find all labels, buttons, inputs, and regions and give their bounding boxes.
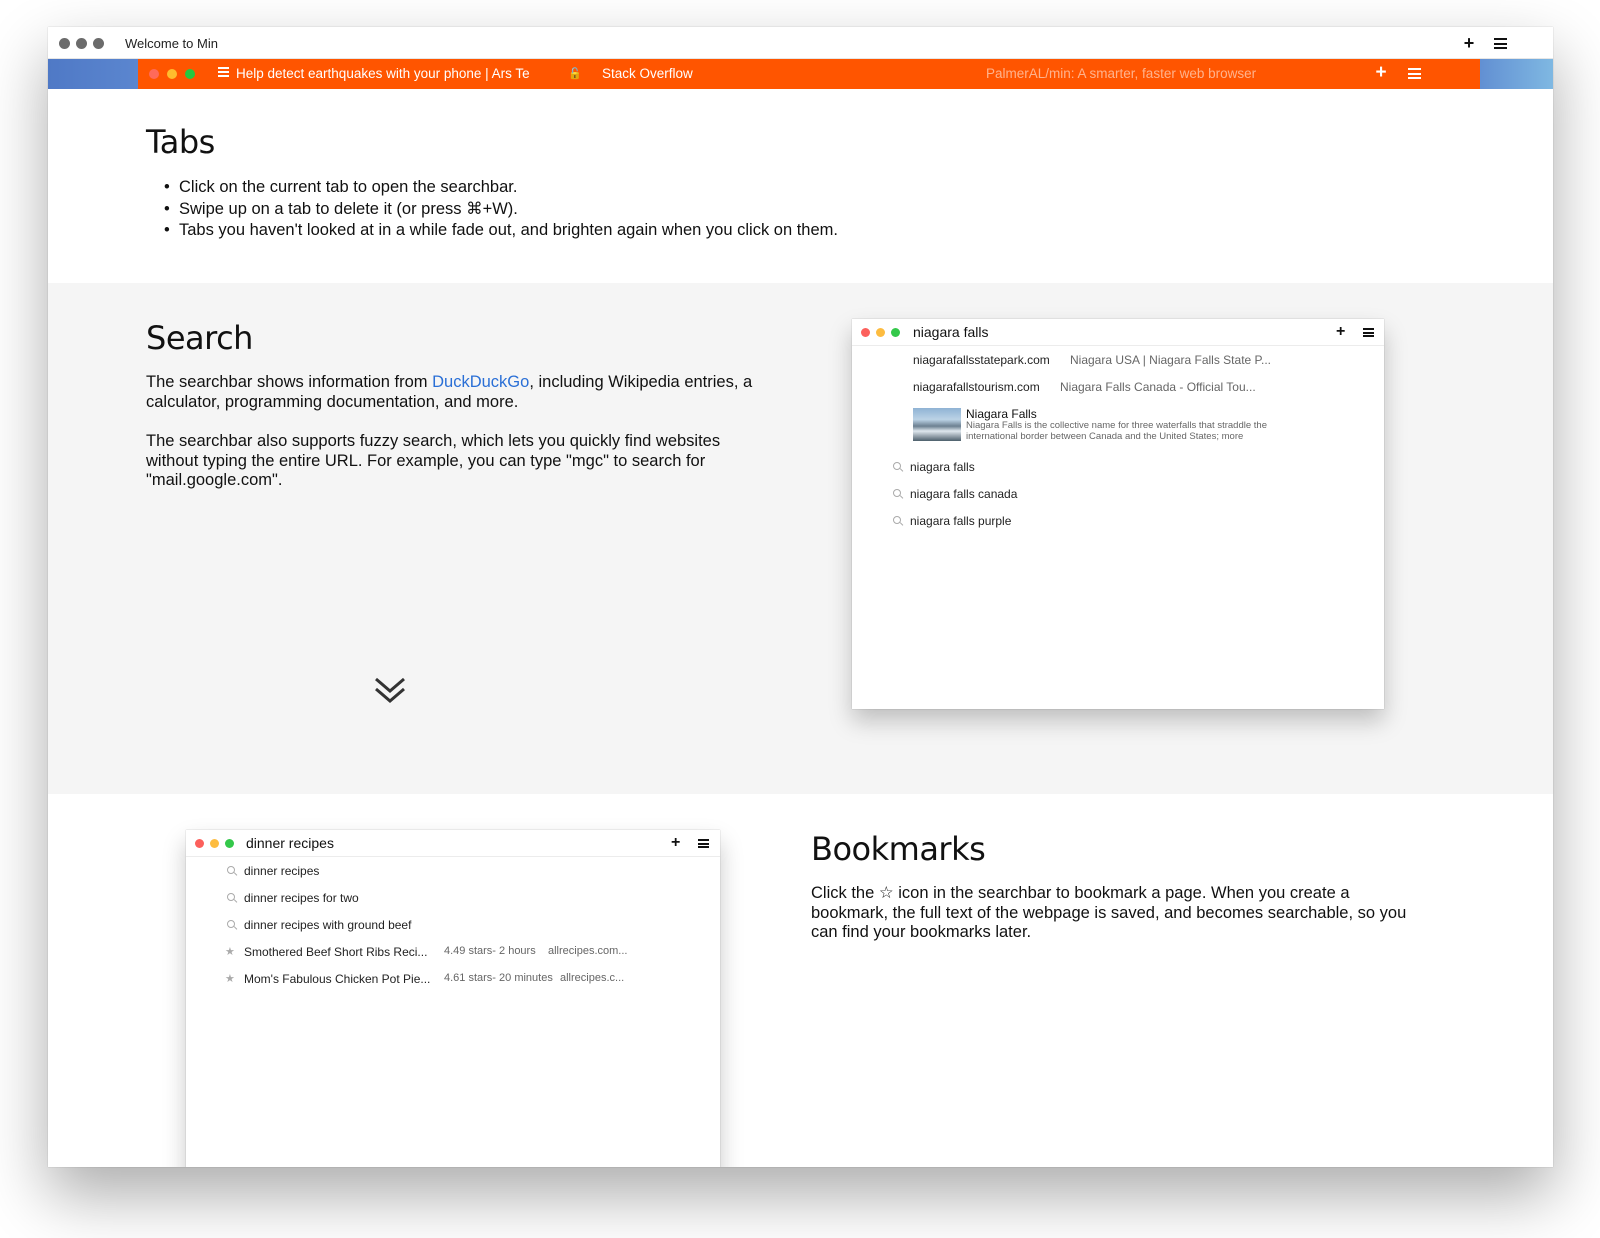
inner-active-tab: Help detect earthquakes with your phone … <box>210 59 596 89</box>
demo-search-query: niagara falls <box>913 324 989 340</box>
bookmark-meta: 4.61 stars- 20 minutes <box>444 972 553 984</box>
demo-plus-icon: + <box>1336 323 1346 340</box>
bookmarks-demo-header: dinner recipes + <box>186 830 720 857</box>
suggestion-item: dinner recipes for two <box>244 891 359 905</box>
inner-close-dot <box>149 69 159 79</box>
demo-close-dot <box>195 839 204 848</box>
demo-zoom-dot <box>891 328 900 337</box>
suggestion-item: niagara falls purple <box>910 514 1012 528</box>
search-icon <box>893 489 903 499</box>
tabs-bullet: Tabs you haven't looked at in a while fa… <box>164 220 838 242</box>
new-tab-plus-icon[interactable]: + <box>1459 33 1479 53</box>
zoom-window-button[interactable] <box>93 38 104 49</box>
demo-menu-icon <box>1363 328 1374 337</box>
tabbar-screenshot: Help detect earthquakes with your phone … <box>48 59 1553 89</box>
bookmark-title: Smothered Beef Short Ribs Reci... <box>244 945 428 959</box>
inner-active-tab-label: Help detect earthquakes with your phone … <box>236 66 530 81</box>
menu-icon[interactable] <box>1494 38 1507 49</box>
search-demo-window: niagara falls + niagarafallsstatepark.co… <box>852 319 1384 709</box>
instant-answer-text: Niagara Falls is the collective name for… <box>966 420 1267 431</box>
instant-answer-title: Niagara Falls <box>966 407 1037 421</box>
bookmark-site: allrecipes.c... <box>560 972 625 984</box>
browser-window: Welcome to Min + Help detect earthquakes… <box>48 27 1553 1167</box>
tabs-bullet: Swipe up on a tab to delete it (or press… <box>164 199 838 221</box>
search-paragraph-1: The searchbar shows information from Duc… <box>146 373 766 412</box>
demo-zoom-dot <box>225 839 234 848</box>
demo-close-dot <box>861 328 870 337</box>
demo-menu-icon <box>698 839 709 848</box>
search-section: Search The searchbar shows information f… <box>48 283 1553 794</box>
result-url: niagarafallstourism.com <box>913 380 1040 394</box>
tabs-section: Tabs Click on the current tab to open th… <box>48 89 1553 283</box>
inner-menu-icon <box>1408 68 1421 79</box>
demo-search-query: dinner recipes <box>246 835 334 851</box>
result-url: niagarafallsstatepark.com <box>913 353 1050 367</box>
inner-tab-stack-overflow: Stack Overflow <box>602 66 693 81</box>
demo-plus-icon: + <box>671 834 681 851</box>
minimize-window-button[interactable] <box>76 38 87 49</box>
star-icon: ★ <box>225 973 235 985</box>
lock-icon: 🔓 <box>568 68 582 80</box>
inner-tabbar: Help detect earthquakes with your phone … <box>138 59 1480 89</box>
tabs-bullet-list: Click on the current tab to open the sea… <box>164 177 838 242</box>
star-outline-icon: ☆ <box>878 884 894 902</box>
suggestion-item: dinner recipes with ground beef <box>244 918 412 932</box>
suggestion-item: niagara falls <box>910 460 975 474</box>
demo-minimize-dot <box>876 328 885 337</box>
bookmark-row: Mom's Fabulous Chicken Pot Pie... 4.61 s… <box>244 972 624 986</box>
tabs-bullet: Click on the current tab to open the sea… <box>164 177 838 199</box>
search-heading: Search <box>146 319 253 357</box>
bookmarks-paragraph: Click the ☆ icon in the searchbar to boo… <box>811 884 1421 943</box>
search-icon <box>893 462 903 472</box>
star-icon: ★ <box>225 946 235 958</box>
search-demo-header: niagara falls + <box>852 319 1384 346</box>
inner-plus-icon: + <box>1375 62 1387 83</box>
bookmarks-para-text: Click the <box>811 884 879 902</box>
bookmarks-section: dinner recipes + dinner recipes dinner r… <box>48 794 1553 1167</box>
duckduckgo-link[interactable]: DuckDuckGo <box>432 373 529 391</box>
reader-icon <box>218 67 229 78</box>
search-icon <box>227 893 237 903</box>
inner-zoom-dot <box>185 69 195 79</box>
result-row: niagarafallstourism.com Niagara Falls Ca… <box>913 380 1256 394</box>
niagara-thumbnail <box>913 408 961 441</box>
bookmark-row: Smothered Beef Short Ribs Reci... 4.49 s… <box>244 945 627 959</box>
result-desc: Niagara USA | Niagara Falls State P... <box>1070 353 1271 367</box>
demo-minimize-dot <box>210 839 219 848</box>
current-tab-title[interactable]: Welcome to Min <box>125 36 218 51</box>
bookmark-site: allrecipes.com... <box>548 945 628 957</box>
bookmark-meta: 4.49 stars- 2 hours <box>444 945 536 957</box>
titlebar: Welcome to Min + <box>48 27 1553 59</box>
search-icon <box>227 920 237 930</box>
close-window-button[interactable] <box>59 38 70 49</box>
suggestion-item: dinner recipes <box>244 864 320 878</box>
search-icon <box>893 516 903 526</box>
bookmarks-heading: Bookmarks <box>811 830 986 868</box>
search-paragraph-2: The searchbar also supports fuzzy search… <box>146 432 721 489</box>
suggestion-item: niagara falls canada <box>910 487 1018 501</box>
search-para1-text: The searchbar shows information from <box>146 373 433 391</box>
tabs-heading: Tabs <box>146 123 215 161</box>
instant-answer-text: international border between Canada and … <box>966 431 1244 442</box>
double-chevron-down-icon[interactable] <box>373 676 407 706</box>
bookmarks-para-text-end: icon in the searchbar to bookmark a page… <box>811 884 1407 941</box>
result-desc: Niagara Falls Canada - Official Tou... <box>1060 380 1256 394</box>
search-icon <box>227 866 237 876</box>
inner-tab-min-repo: PalmerAL/min: A smarter, faster web brow… <box>986 66 1257 81</box>
bookmarks-demo-window: dinner recipes + dinner recipes dinner r… <box>186 830 720 1167</box>
inner-minimize-dot <box>167 69 177 79</box>
result-row: niagarafallsstatepark.com Niagara USA | … <box>913 353 1271 367</box>
bookmark-title: Mom's Fabulous Chicken Pot Pie... <box>244 972 431 986</box>
